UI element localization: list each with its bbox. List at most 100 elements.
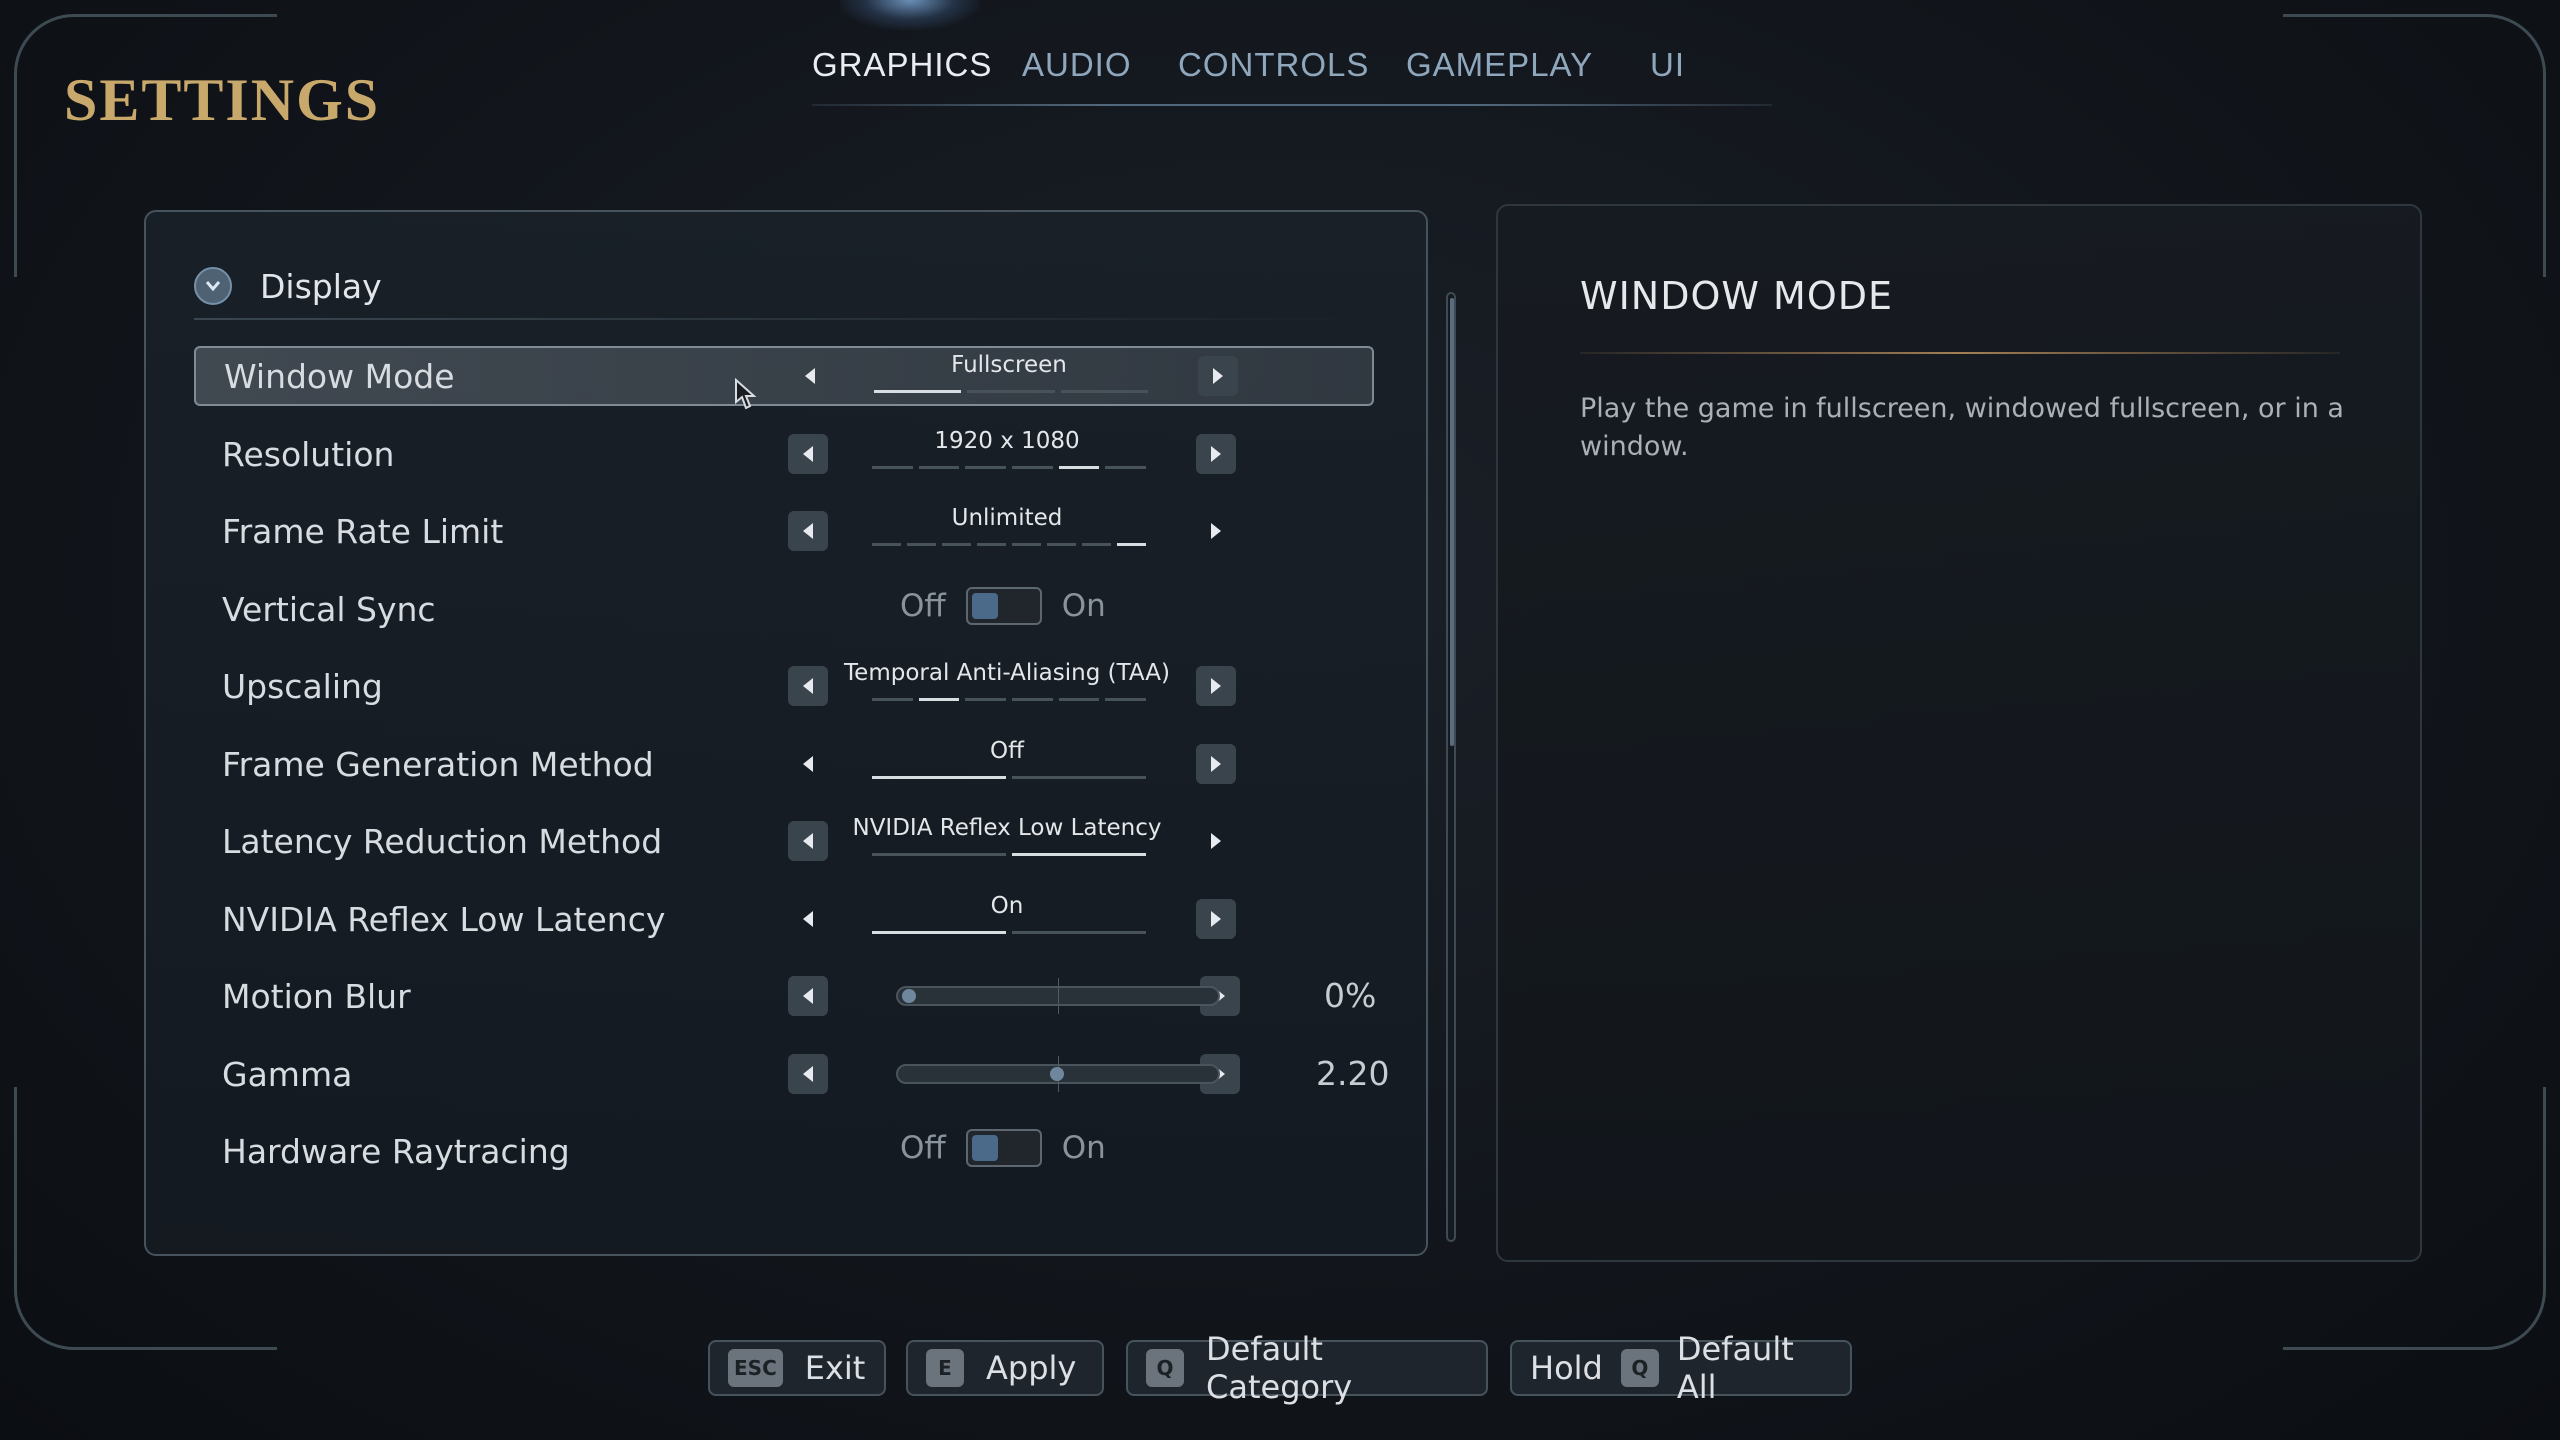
toggle-on-label: On — [1061, 1130, 1106, 1166]
arrow-left-icon[interactable] — [788, 666, 828, 706]
arrow-left-icon[interactable] — [788, 1054, 828, 1094]
arrow-left-icon[interactable] — [788, 511, 828, 551]
button-label: Exit — [804, 1349, 866, 1387]
setting-value: NVIDIA Reflex Low Latency — [852, 815, 1162, 841]
arrow-right-icon[interactable] — [1196, 666, 1236, 706]
page-title: SETTINGS — [64, 67, 381, 133]
help-divider — [1580, 352, 2340, 354]
setting-row-hardware-raytracing[interactable]: Hardware Raytracing Off On — [194, 1121, 1374, 1181]
toggle-switch[interactable] — [965, 587, 1042, 625]
setting-label: Upscaling — [222, 666, 383, 706]
help-panel: WINDOW MODE Play the game in fullscreen,… — [1496, 204, 2422, 1262]
setting-label: Motion Blur — [222, 976, 411, 1016]
option-segment — [918, 466, 960, 469]
tab-controls[interactable]: CONTROLS — [1178, 40, 1406, 90]
option-segment — [1047, 543, 1076, 546]
arrow-right-icon[interactable] — [1196, 744, 1236, 784]
apply-button[interactable]: E Apply — [906, 1340, 1104, 1396]
option-segment — [977, 543, 1006, 546]
setting-value: Temporal Anti-Aliasing (TAA) — [844, 660, 1170, 686]
mouse-cursor-icon — [735, 378, 756, 410]
setting-row-gamma[interactable]: Gamma 2.20 — [194, 1044, 1389, 1104]
slider-center-mark — [1058, 978, 1059, 1014]
arrow-right-icon[interactable] — [1196, 434, 1236, 474]
chevron-down-icon — [194, 267, 232, 305]
option-segment — [1058, 466, 1100, 469]
button-label: Apply — [986, 1349, 1077, 1387]
slider-track[interactable] — [896, 1056, 1220, 1092]
toggle-group: Off On — [900, 1129, 1106, 1167]
slider-thumb[interactable] — [902, 989, 916, 1003]
setting-row-window-mode[interactable]: Window Mode Fullscreen — [194, 346, 1374, 406]
tab-ui[interactable]: UI — [1650, 40, 1710, 90]
setting-label: Window Mode — [224, 356, 455, 396]
toggle-knob — [971, 593, 998, 619]
option-segment — [872, 698, 913, 701]
setting-value: 1920 x 1080 — [934, 428, 1080, 454]
option-segment — [872, 776, 1006, 779]
toggle-off-label: Off — [900, 588, 946, 624]
slider-track[interactable] — [896, 978, 1220, 1014]
option-segment — [965, 698, 1007, 701]
scrollbar-thumb[interactable] — [1450, 298, 1454, 746]
key-badge: E — [926, 1349, 964, 1387]
setting-label: Resolution — [222, 434, 395, 474]
setting-row-resolution[interactable]: Resolution 1920 x 1080 — [194, 424, 1374, 484]
arrow-right-icon[interactable] — [1198, 356, 1238, 396]
setting-row-motion-blur[interactable]: Motion Blur 0% — [194, 966, 1376, 1026]
settings-panel: Display Window Mode Fullscreen Resolution 1… — [144, 210, 1456, 1256]
arrow-left-icon[interactable] — [788, 744, 828, 784]
toggle-off-label: Off — [900, 1130, 946, 1166]
slider-thumb[interactable] — [1050, 1067, 1064, 1081]
option-segment — [1105, 466, 1147, 469]
active-tab-glow — [840, 0, 980, 30]
option-segment — [1117, 543, 1146, 546]
section-display-header[interactable]: Display — [194, 256, 1394, 316]
setting-row-frame-rate-limit[interactable]: Frame Rate Limit Unlimited — [194, 501, 1374, 561]
exit-button[interactable]: ESC Exit — [708, 1340, 886, 1396]
option-segment — [942, 543, 971, 546]
setting-row-upscaling[interactable]: Upscaling Temporal Anti-Aliasing (TAA) — [194, 656, 1374, 716]
arrow-right-icon[interactable] — [1196, 511, 1236, 551]
arrow-right-icon[interactable] — [1196, 899, 1236, 939]
arrow-left-icon[interactable] — [788, 821, 828, 861]
option-segment — [967, 390, 1055, 393]
arrow-left-icon[interactable] — [790, 356, 830, 396]
setting-row-latency-reduction-method[interactable]: Latency Reduction Method NVIDIA Reflex Lo… — [194, 811, 1374, 871]
option-segment — [1012, 698, 1053, 701]
arrow-right-icon[interactable] — [1196, 821, 1236, 861]
arrow-left-icon[interactable] — [788, 976, 828, 1016]
button-label: Default All — [1676, 1330, 1794, 1406]
option-indicator — [872, 931, 1146, 935]
toggle-switch[interactable] — [965, 1129, 1042, 1167]
option-segment — [1012, 776, 1146, 779]
option-segment — [872, 543, 901, 546]
default-category-button[interactable]: Q Default Category — [1126, 1330, 1488, 1406]
default-all-button[interactable]: Hold Q Default All — [1510, 1330, 1852, 1406]
setting-row-nvidia-reflex-low-latency[interactable]: NVIDIA Reflex Low Latency On — [194, 889, 1374, 949]
settings-scrollbar[interactable] — [1446, 292, 1456, 1242]
help-description: Play the game in fullscreen, windowed fu… — [1580, 393, 2344, 462]
setting-value: Fullscreen — [951, 352, 1067, 378]
option-segment — [1012, 543, 1041, 546]
setting-value: On — [990, 893, 1024, 919]
option-indicator — [872, 543, 1146, 547]
setting-label: Vertical Sync — [222, 589, 436, 629]
help-title: WINDOW MODE — [1580, 274, 1893, 318]
setting-row-vertical-sync[interactable]: Vertical Sync Off On — [194, 579, 1374, 639]
toggle-group: Off On — [900, 587, 1106, 625]
setting-label: Gamma — [222, 1054, 353, 1094]
setting-value: Off — [990, 738, 1024, 764]
tab-graphics[interactable]: GRAPHICS — [812, 40, 1022, 90]
tab-gameplay[interactable]: GAMEPLAY — [1406, 40, 1650, 90]
button-prefix: Hold — [1530, 1349, 1603, 1387]
setting-row-frame-generation-method[interactable]: Frame Generation Method Off — [194, 734, 1374, 794]
toggle-knob — [971, 1135, 998, 1161]
tab-audio[interactable]: AUDIO — [1022, 40, 1178, 90]
arrow-left-icon[interactable] — [788, 434, 828, 474]
arrow-left-icon[interactable] — [788, 899, 828, 939]
option-segment — [1012, 466, 1053, 469]
option-segment — [1058, 698, 1100, 701]
option-indicator — [872, 776, 1146, 780]
setting-label: Latency Reduction Method — [222, 821, 663, 861]
